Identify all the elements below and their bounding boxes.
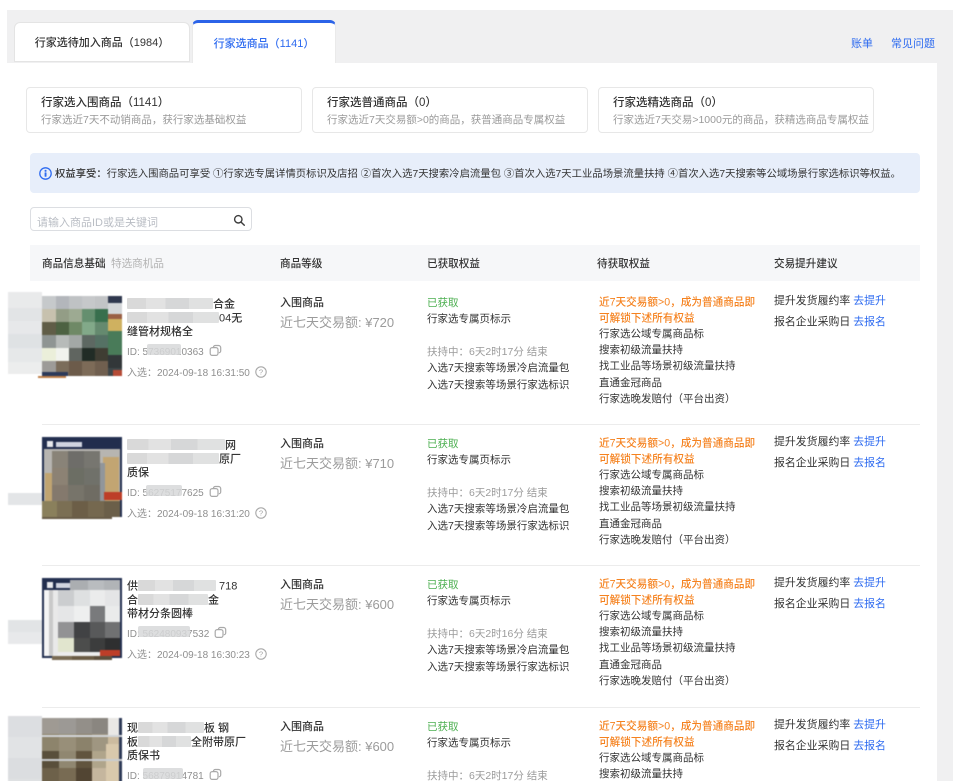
svg-text:?: ? bbox=[259, 509, 263, 518]
svg-text:?: ? bbox=[259, 368, 263, 377]
svg-text:?: ? bbox=[259, 650, 263, 659]
